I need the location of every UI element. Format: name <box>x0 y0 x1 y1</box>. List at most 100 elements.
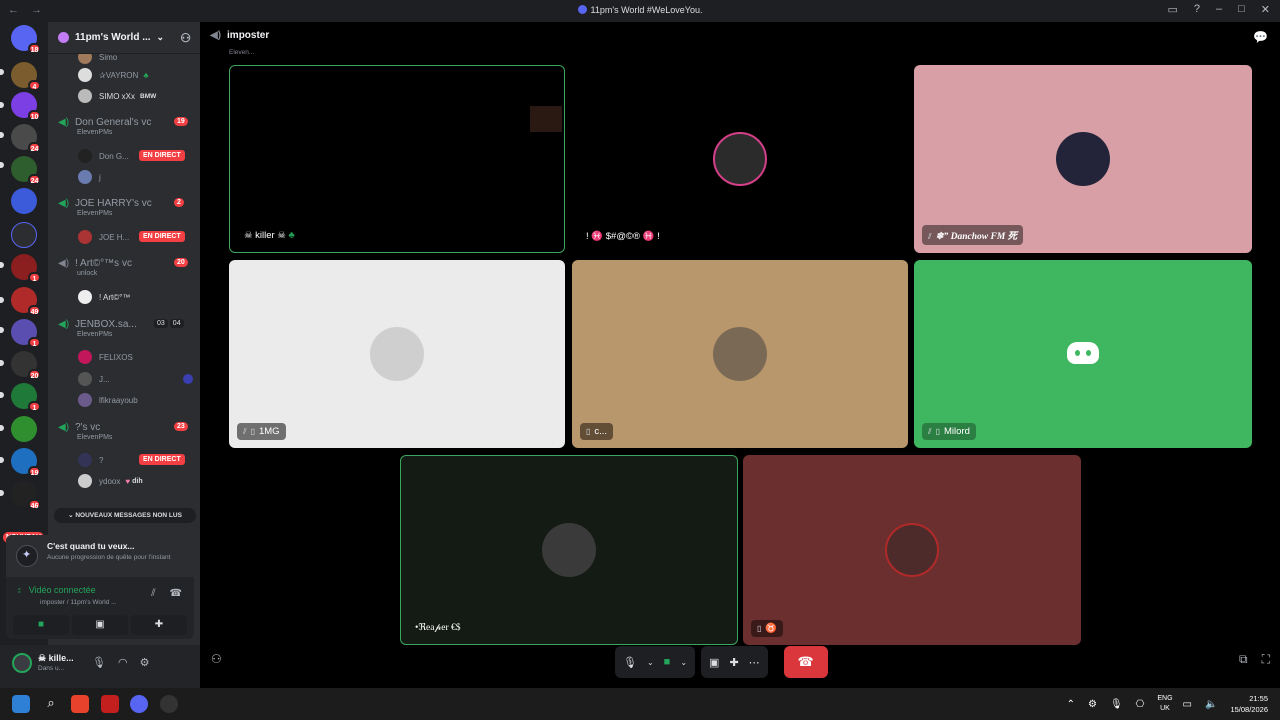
mic-toggle[interactable]: 🎙 ⌄ ■ ⌄ <box>615 646 696 678</box>
voice-member[interactable]: J... <box>78 372 193 386</box>
windows-start-icon[interactable] <box>12 695 30 713</box>
server-icon[interactable]: 1 <box>11 319 41 348</box>
member-name: JOE H... <box>99 232 130 242</box>
clock[interactable]: 21:55 15/08/2026 <box>1230 693 1268 715</box>
voice-member[interactable]: lfikraayoub <box>78 393 138 407</box>
server-icon[interactable] <box>11 188 37 214</box>
screen-share-button[interactable]: ▣ <box>72 615 128 635</box>
chevron-up-icon[interactable]: ⌃ <box>1067 699 1075 710</box>
live-badge: EN DIRECT <box>139 150 185 161</box>
volume-icon[interactable]: 🔈 <box>1205 699 1217 710</box>
minimize-icon[interactable]: – <box>1216 3 1222 16</box>
live-badge: EN DIRECT <box>139 454 185 465</box>
avatar[interactable] <box>12 653 32 673</box>
camera-icon[interactable]: ■ <box>664 656 671 668</box>
member-name: ? <box>99 455 104 465</box>
server-icon[interactable]: 1 <box>11 254 41 283</box>
server-icon[interactable]: 10 <box>11 92 41 121</box>
app-icon[interactable] <box>160 695 178 713</box>
disconnect-icon[interactable]: ☎ <box>170 588 182 599</box>
brave-browser-icon[interactable] <box>71 695 89 713</box>
more-options-icon[interactable]: ⋯ <box>749 656 760 669</box>
server-icon[interactable]: 1 <box>11 383 41 412</box>
voice-member[interactable]: j <box>78 170 101 184</box>
server-icon[interactable] <box>11 416 37 442</box>
gamepad-icon[interactable]: ⎔ <box>1136 699 1145 710</box>
video-tile[interactable]: ▯ ♉ <box>743 455 1081 645</box>
video-tile[interactable]: ⫽ ❄” Danchow FM 死 <box>914 65 1252 253</box>
activities-icon[interactable]: ✚ <box>729 656 738 669</box>
network-icon[interactable]: ▭ <box>1183 699 1192 710</box>
voice-member[interactable]: Don G... <box>78 149 129 163</box>
headphones-icon[interactable]: ◠ <box>118 656 128 669</box>
discord-taskbar-icon[interactable] <box>130 695 148 713</box>
video-tile[interactable]: ! ♓ $#@©® ♓ ! <box>572 65 908 253</box>
pop-out-icon[interactable]: ⧉ <box>1239 652 1248 667</box>
maximize-icon[interactable]: □ <box>1238 3 1245 16</box>
new-messages-bar[interactable]: ⌄ NOUVEAUX MESSAGES NON LUS <box>54 508 196 523</box>
screen-share-icon[interactable]: ▣ <box>709 656 719 669</box>
video-tile[interactable]: •ℜea𝓅er €$ <box>400 455 738 645</box>
close-icon[interactable]: ✕ <box>1261 3 1270 16</box>
app-icon[interactable] <box>101 695 119 713</box>
unread-pill <box>0 132 4 138</box>
voice-member[interactable]: FELIXOS <box>78 350 133 364</box>
invite-to-call-icon[interactable]: ⚇ <box>211 652 222 666</box>
server-header[interactable]: 11pm's World ... ⌄ ⚇ <box>48 22 200 54</box>
inbox-icon[interactable]: ▭ <box>1167 3 1177 16</box>
chat-bubble-icon[interactable]: 💬 <box>1253 30 1268 44</box>
voice-member[interactable]: ✰VAYRON ♣ <box>78 68 149 82</box>
avatar <box>370 327 424 381</box>
video-tile[interactable]: ☠ killer ☠ ♣ <box>229 65 565 253</box>
voice-status[interactable]: ⦂ Vidéo connectée <box>18 585 96 596</box>
activities-button[interactable]: ✚ <box>131 615 187 635</box>
chevron-down-icon[interactable]: ⌄ <box>680 658 687 667</box>
speaker-icon: ◀) <box>58 258 70 269</box>
avatar <box>78 89 92 103</box>
microphone-icon: 🎙 <box>623 656 637 669</box>
server-icon[interactable]: 4 <box>11 62 41 91</box>
noise-suppression-icon[interactable]: ⫽ <box>151 588 155 599</box>
video-tile[interactable]: ▯ c... <box>572 260 908 448</box>
voice-channel[interactable]: ◀) ?'s vc 23 ElevenPMs <box>58 422 198 441</box>
fullscreen-icon[interactable]: ⛶ <box>1262 652 1270 667</box>
channel-status: unlock <box>77 270 98 277</box>
voice-location[interactable]: imposter / 11pm's World ... <box>40 599 117 606</box>
voice-panel: C'est quand tu veux... Aucune progressio… <box>6 535 194 639</box>
phone-icon: ▯ <box>586 427 591 436</box>
server-icon[interactable]: 19 <box>11 448 41 477</box>
microphone-icon[interactable]: 🎙 <box>92 656 106 669</box>
voice-channel[interactable]: ◀) Don General's vc 19 ElevenPMs <box>58 117 198 136</box>
end-call-button[interactable]: ☎ <box>783 646 828 678</box>
voice-channel[interactable]: ◀) ! Art©°™s vc 20 unlock <box>58 258 198 277</box>
voice-member[interactable]: ? <box>78 453 103 467</box>
voice-member[interactable]: JOE H... <box>78 230 129 244</box>
microphone-tray-icon[interactable]: 🎙 <box>1110 699 1123 710</box>
server-icon[interactable]: 24 <box>11 124 41 153</box>
video-tile[interactable]: ⫽ ▯ Milord <box>914 260 1252 448</box>
camera-button[interactable]: ■ <box>13 615 69 635</box>
invite-people-icon[interactable]: ⚇ <box>180 31 191 45</box>
language-indicator[interactable]: ENG UK <box>1157 694 1172 714</box>
voice-member[interactable]: ydoox ♥ dih <box>78 474 143 488</box>
server-icon[interactable]: 24 <box>11 156 41 185</box>
voice-member[interactable]: ! Art©°™ <box>78 290 130 304</box>
help-icon[interactable]: ? <box>1194 3 1200 16</box>
server-icon[interactable]: 46 <box>11 481 41 510</box>
chevron-down-icon[interactable]: ⌄ <box>647 658 654 667</box>
voice-member[interactable]: SIMO xXx BMW <box>78 89 156 103</box>
voice-channel[interactable]: ◀) JOE HARRY's vc 2 ElevenPMs <box>58 198 198 217</box>
settings-tray-icon[interactable]: ⚙ <box>1088 699 1097 710</box>
search-icon[interactable]: ⌕ <box>42 695 60 713</box>
gear-icon[interactable]: ⚙ <box>140 656 150 669</box>
participant-name: Milord <box>943 426 970 437</box>
member-tag: dih <box>132 477 143 485</box>
user-name[interactable]: ☠ kille... <box>38 653 74 664</box>
avatar <box>78 372 92 386</box>
quest-card[interactable]: C'est quand tu veux... Aucune progressio… <box>6 535 194 577</box>
server-icon[interactable]: 20 <box>11 351 41 380</box>
server-folder-icon[interactable] <box>11 222 37 248</box>
server-icon[interactable]: 49 <box>11 287 41 316</box>
video-tile[interactable]: ⫽ ▯ 1MG <box>229 260 565 448</box>
server-dm-home[interactable]: 18 <box>11 25 41 54</box>
